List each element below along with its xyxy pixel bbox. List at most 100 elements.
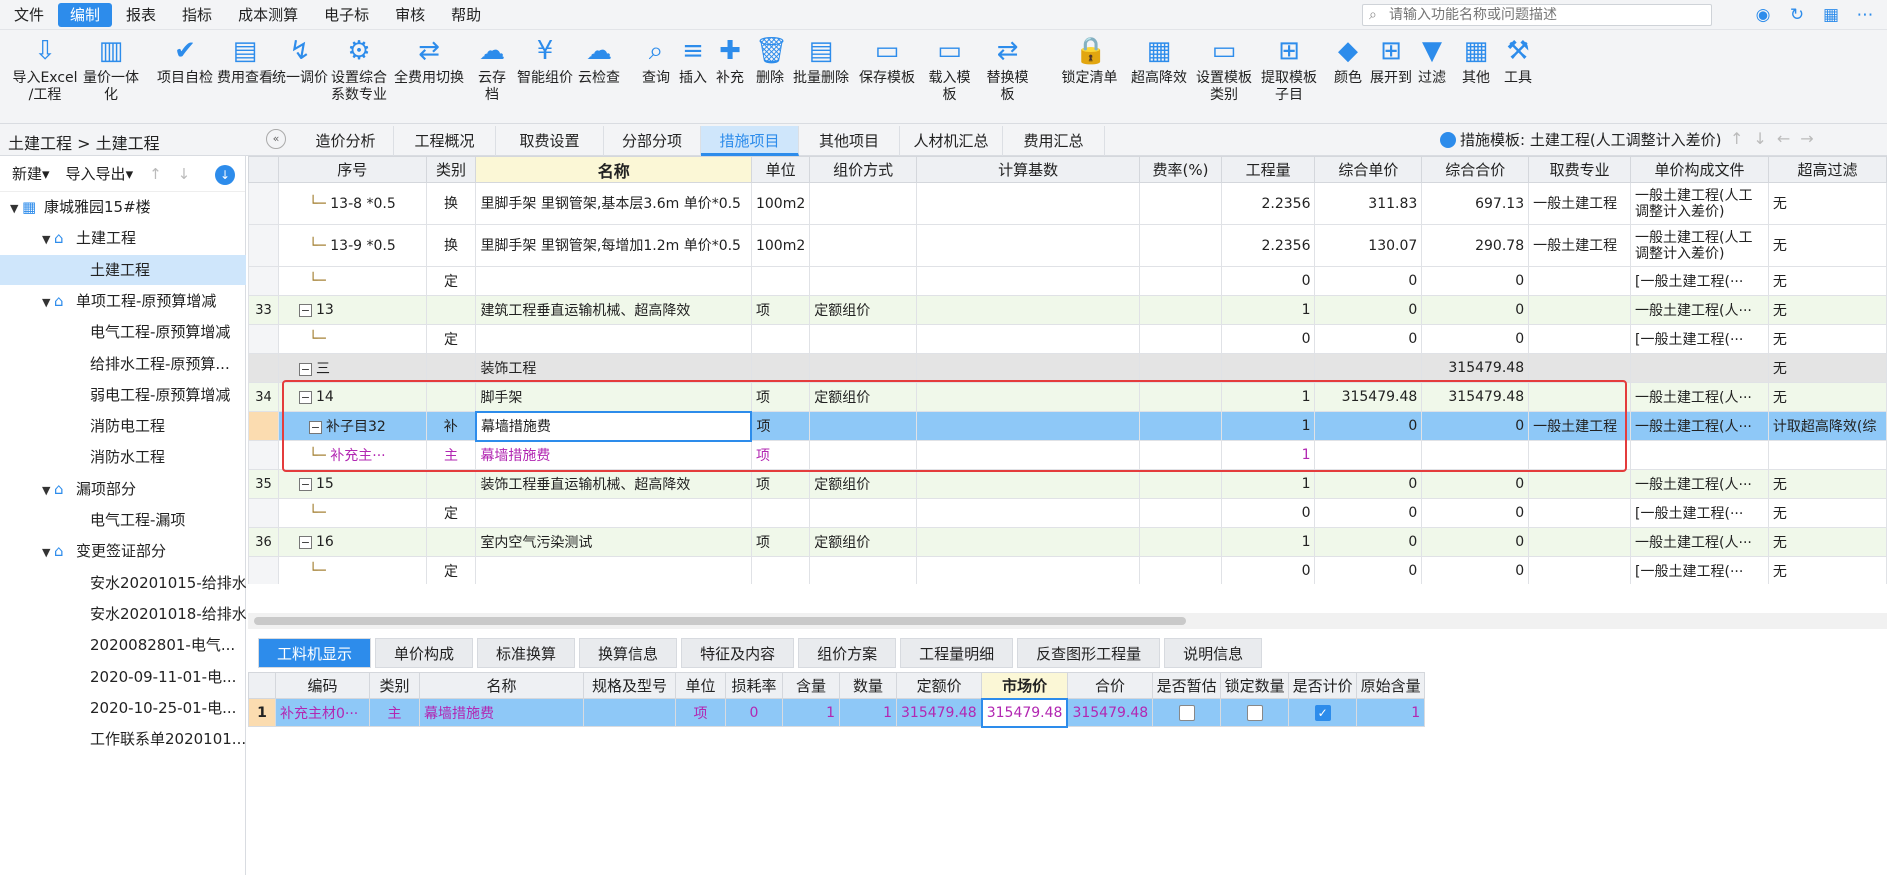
extract-template-button[interactable]: ⊞ 提取模板 子目: [1256, 34, 1322, 104]
set-template-button[interactable]: ▭ 设置模板 类别: [1194, 34, 1254, 104]
tree-node[interactable]: 安水20201018-给排水: [0, 599, 246, 629]
column-header[interactable]: 超高过滤: [1767, 156, 1887, 183]
scrollbar-thumb[interactable]: [254, 617, 1186, 625]
load-template-button[interactable]: ▭ 载入模板: [922, 34, 977, 104]
resource-column-header[interactable]: 损耗率: [725, 672, 783, 699]
cell-name[interactable]: 脚手架: [475, 382, 752, 412]
lock-list-button[interactable]: 🔒 锁定清单: [1052, 34, 1127, 87]
detail-tab-7[interactable]: 反查图形工程量: [1017, 638, 1161, 668]
table-row[interactable]: └─ 定 0 0 0 [一般土建工程(··· 无: [248, 498, 1887, 528]
tree-node[interactable]: ▼ ⌂ 土建工程: [0, 223, 246, 253]
collapse-box-icon[interactable]: −: [298, 362, 312, 376]
apps-grid-icon[interactable]: ▦: [1818, 4, 1844, 26]
tree-node[interactable]: 2020-09-11-01-电...: [0, 662, 246, 692]
cell-name[interactable]: [475, 324, 752, 354]
expand-to-button[interactable]: ⊞ 展开到: [1370, 34, 1412, 87]
column-header[interactable]: 单位: [750, 156, 811, 183]
expand-arrow-icon[interactable]: ▼: [42, 288, 54, 316]
unified-price-button[interactable]: ↯ 统一调价: [272, 34, 328, 87]
collapse-box-icon[interactable]: −: [298, 303, 312, 317]
quantity-price-button[interactable]: ▥ 量价一体化: [78, 34, 144, 104]
table-row[interactable]: └─ 定 0 0 0 [一般土建工程(··· 无: [248, 266, 1887, 296]
column-header[interactable]: 类别: [425, 156, 477, 183]
page-tab-6[interactable]: 人材机汇总: [900, 126, 1003, 156]
arrow-down-icon[interactable]: ↓: [1753, 129, 1766, 148]
cloud-archive-button[interactable]: ☁ 云存档: [472, 34, 512, 104]
cell-name[interactable]: 里脚手架 里钢管架,基本层3.6m 单价*0.5: [475, 182, 752, 225]
collapse-box-icon[interactable]: −: [308, 420, 322, 434]
new-button[interactable]: 新建▾: [12, 163, 50, 184]
function-search-input[interactable]: [1389, 7, 1709, 23]
column-header[interactable]: 组价方式: [809, 156, 917, 183]
checkbox-lock[interactable]: [1246, 704, 1263, 721]
menu-item-7[interactable]: 帮助: [439, 3, 493, 27]
column-header[interactable]: 综合合价: [1421, 156, 1530, 183]
color-button[interactable]: ◆ 颜色: [1330, 34, 1366, 87]
table-row[interactable]: − 三 装饰工程 315479.48 无: [248, 353, 1887, 383]
replace-template-button[interactable]: ⇄ 替换模板: [980, 34, 1035, 104]
cell-name[interactable]: [475, 556, 752, 584]
page-tab-3[interactable]: 分部分项: [604, 126, 701, 156]
detail-tab-3[interactable]: 换算信息: [579, 638, 678, 668]
resource-column-header[interactable]: 单位: [675, 672, 726, 699]
resource-cell-market[interactable]: 315479.48: [980, 697, 1069, 728]
cell-name[interactable]: 装饰工程: [475, 353, 752, 383]
cell-name[interactable]: 幕墙措施费: [475, 440, 752, 470]
column-header[interactable]: 工程量: [1220, 156, 1316, 183]
detail-tab-1[interactable]: 单价构成: [375, 638, 474, 668]
tree-node[interactable]: ▼ ▦ 康城雅园15#楼: [0, 192, 246, 222]
resource-column-header[interactable]: 市场价: [981, 672, 1068, 699]
resource-column-header[interactable]: 是否暂估: [1152, 672, 1222, 699]
batch-delete-button[interactable]: ▤ 批量删除: [790, 34, 852, 87]
resource-cell-lock[interactable]: [1220, 698, 1290, 727]
tree-node[interactable]: 电气工程-原预算增减: [0, 317, 246, 347]
table-row[interactable]: └─ 13-9 *0.5 换 里脚手架 里钢管架,每增加1.2m 单价*0.5 100…: [248, 224, 1887, 267]
expand-arrow-icon[interactable]: ▼: [42, 538, 54, 566]
resource-column-header[interactable]: 名称: [419, 672, 584, 699]
resource-column-header[interactable]: 是否计价: [1288, 672, 1358, 699]
tree-node[interactable]: 土建工程: [0, 254, 246, 285]
cell-name[interactable]: 室内空气污染测试: [475, 527, 752, 557]
full-cost-switch-button[interactable]: ⇄ 全费用切换: [392, 34, 466, 87]
supplement-button[interactable]: ✚ 补充: [714, 34, 746, 87]
tree-node[interactable]: 2020082801-电气...: [0, 630, 246, 660]
resource-column-header[interactable]: 编码: [275, 672, 370, 699]
tree-node[interactable]: 工作联系单2020101...: [0, 724, 246, 754]
table-row[interactable]: − 补子目32 补 幕墙措施费 项 1 0 0 一般土建工程 一般土建工程(人··· 计取超高降效(…: [248, 410, 1887, 442]
resource-cell-est[interactable]: [1152, 698, 1222, 727]
other-button[interactable]: ▦ 其他: [1458, 34, 1494, 87]
move-up-icon[interactable]: ↑: [149, 165, 162, 183]
tree-node[interactable]: ▼ ⌂ 漏项部分: [0, 474, 246, 504]
menu-item-6[interactable]: 审核: [383, 3, 437, 27]
detail-tab-5[interactable]: 组价方案: [798, 638, 897, 668]
menu-item-1[interactable]: 编制: [58, 2, 113, 27]
filter-button[interactable]: ▼ 过滤: [1416, 34, 1448, 87]
save-template-button[interactable]: ▭ 保存模板: [857, 34, 917, 87]
column-header[interactable]: 综合单价: [1314, 156, 1423, 183]
tools-button[interactable]: ⚒ 工具: [1500, 34, 1536, 87]
cell-name[interactable]: 装饰工程垂直运输机械、超高降效: [475, 469, 752, 499]
arrow-right-icon[interactable]: →: [1800, 129, 1813, 148]
tree-node[interactable]: 给排水工程-原预算...: [0, 349, 246, 379]
collapse-box-icon[interactable]: −: [298, 477, 312, 491]
menu-item-5[interactable]: 电子标: [312, 3, 381, 27]
detail-tab-8[interactable]: 说明信息: [1164, 638, 1263, 668]
tree-node[interactable]: 消防电工程: [0, 411, 246, 441]
table-row[interactable]: 33−13 建筑工程垂直运输机械、超高降效项定额组价 1 0 0 一般土建工程(人··· 无: [248, 295, 1887, 325]
refresh-icon[interactable]: ↻: [1784, 4, 1810, 26]
measure-template-label[interactable]: 措施模板: 土建工程(人工调整计入差价): [1440, 129, 1722, 150]
resource-row[interactable]: 1 补充主材0··· 主幕墙措施费项 0 1 1 315479.48 315479.48 315…: [248, 697, 1426, 728]
tree-node[interactable]: 弱电工程-原预算增减: [0, 380, 246, 410]
expand-arrow-icon[interactable]: ▼: [10, 194, 22, 222]
download-icon[interactable]: ↓: [215, 165, 235, 185]
cell-name[interactable]: 幕墙措施费: [474, 410, 753, 442]
set-coefficient-button[interactable]: ⚙ 设置综合 系数专业: [329, 34, 389, 104]
checkbox-est[interactable]: [1178, 704, 1195, 721]
resource-column-header[interactable]: 原始含量: [1356, 672, 1426, 699]
cell-name[interactable]: [475, 266, 752, 296]
table-row[interactable]: └─ 定 0 0 0 [一般土建工程(··· 无: [248, 324, 1887, 354]
page-tab-4[interactable]: 措施项目: [701, 126, 799, 156]
menu-item-3[interactable]: 指标: [170, 3, 224, 27]
more-icon[interactable]: ⋯: [1852, 4, 1878, 26]
menu-item-0[interactable]: 文件: [2, 3, 56, 27]
